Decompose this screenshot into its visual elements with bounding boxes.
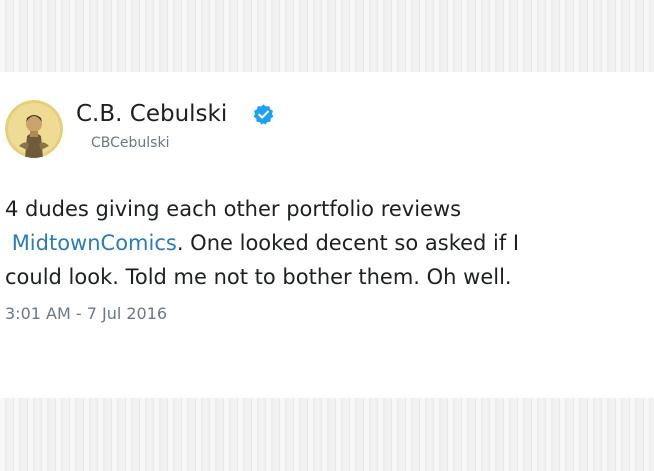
display-name[interactable]: C.B. Cebulski (76, 103, 227, 126)
blurred-bottom-band (0, 398, 654, 471)
tweet-screenshot: C.B. Cebulski CBCebulski 4 dudes giving … (0, 0, 654, 471)
verified-badge-icon (253, 104, 274, 125)
user-handle[interactable]: CBCebulski (91, 136, 169, 150)
avatar[interactable] (5, 100, 63, 158)
avatar-illustration-icon (5, 100, 63, 158)
tweet-timestamp[interactable]: 3:01 AM - 7 Jul 2016 (5, 306, 167, 322)
blurred-top-band (0, 0, 654, 72)
tweet-text-line-2: MidtownComics. One looked decent so aske… (5, 233, 519, 254)
tweet-text-line-2-rest: . One looked decent so asked if I (176, 231, 520, 255)
mention-link[interactable]: MidtownComics (12, 231, 177, 255)
tweet-text-line-3: could look. Told me not to bother them. … (5, 265, 512, 289)
mention-prefix (5, 231, 12, 255)
tweet-text-line-1: 4 dudes giving each other portfolio revi… (5, 197, 462, 221)
